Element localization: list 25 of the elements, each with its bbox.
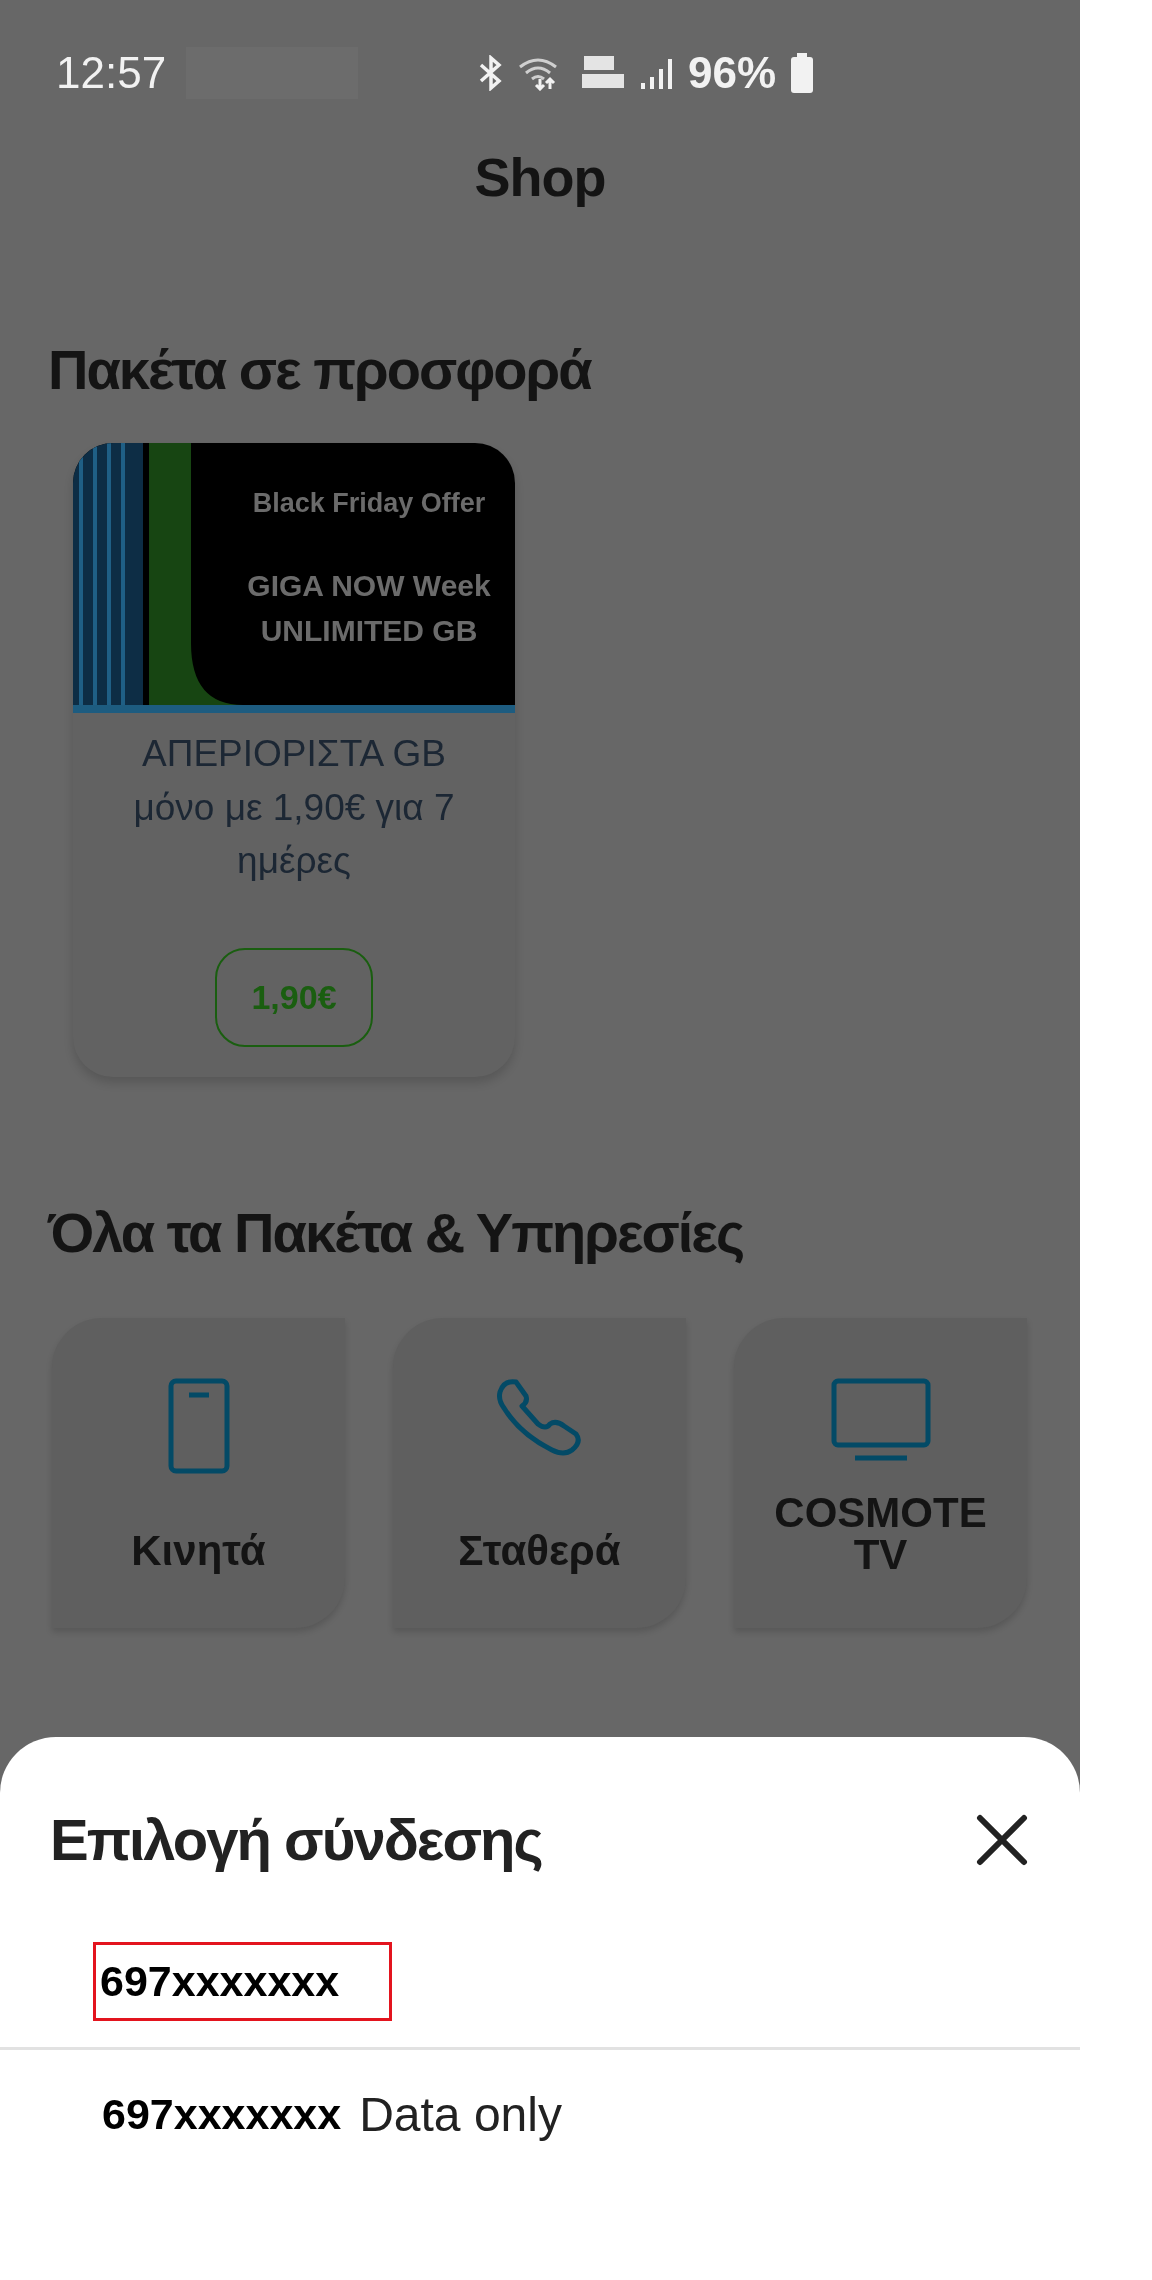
sheet-title: Επιλογή σύνδεσης: [50, 1806, 542, 1874]
tv-icon: [830, 1378, 931, 1463]
section-heading: Όλα τα Πακέτα & Υπηρεσίες: [46, 1199, 745, 1266]
connection-item[interactable]: 697xxxxxxx Data only: [0, 2049, 1080, 2180]
banner-tagline: Black Friday Offer: [252, 487, 486, 520]
battery-icon: [790, 52, 815, 93]
offer-card[interactable]: Black Friday Offer GIGA NOW Week UNLIMITED GB ΑΠΕΡΙΟΡΙΣΤΑ GB μόνο με 1,90€ για 7 ημέρες 1,90€: [73, 443, 515, 1077]
connection-item[interactable]: 697xxxxxxx: [0, 1916, 1080, 2047]
phone-number: 697xxxxxxx: [102, 2089, 342, 2141]
tile-label: Σταθερά: [458, 1530, 621, 1573]
tile-label: COSMOTE TV: [773, 1492, 988, 1577]
service-tile[interactable]: COSMOTE TV: [734, 1318, 1027, 1629]
offer-description: ΑΠΕΡΙΟΡΙΣΤΑ GB μόνο με 1,90€ για 7 ημέρες: [132, 732, 456, 884]
service-tile[interactable]: Σταθερά: [393, 1318, 686, 1629]
battery-percent: 96%: [688, 46, 777, 99]
mobile-phone-icon: [167, 1378, 230, 1475]
section-heading: Πακέτα σε προσφορά: [47, 336, 593, 403]
banner-title: GIGA NOW Week: [247, 568, 491, 605]
clock-time: 12:57: [56, 46, 167, 99]
page-title: Shop: [473, 146, 607, 209]
phone-number: 697xxxxxxx: [93, 1942, 393, 2021]
service-tile[interactable]: Κινητά: [52, 1318, 345, 1629]
banner-title: UNLIMITED GB: [260, 613, 478, 650]
tile-label: Κινητά: [131, 1530, 266, 1573]
plan-label: Data only: [359, 2086, 562, 2143]
